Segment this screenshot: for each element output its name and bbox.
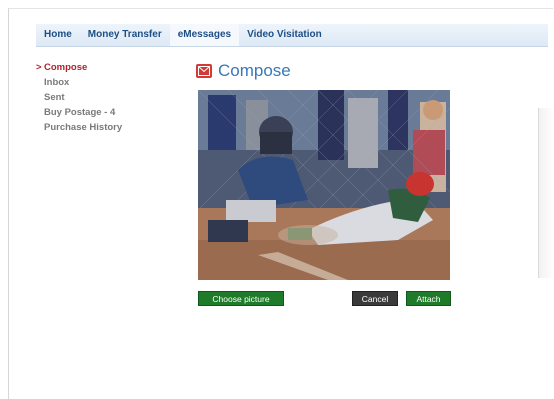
sidebar-item-label: Compose: [44, 62, 88, 73]
attached-photo: [198, 90, 450, 280]
sidebar-item-label: Buy Postage - 4: [44, 107, 116, 118]
sidebar-item-buy-postage[interactable]: Buy Postage - 4: [36, 105, 176, 120]
tab-money-transfer[interactable]: Money Transfer: [80, 24, 170, 46]
sidebar-item-label: Sent: [44, 92, 65, 103]
top-nav: Home Money Transfer eMessages Video Visi…: [36, 24, 548, 47]
photo-image: [198, 90, 450, 280]
active-arrow-icon: >: [36, 62, 42, 73]
cancel-button[interactable]: Cancel: [352, 291, 398, 306]
tab-emessages[interactable]: eMessages: [169, 24, 240, 46]
compose-header: Compose: [196, 60, 291, 82]
choose-picture-button[interactable]: Choose picture: [198, 291, 284, 306]
tab-home[interactable]: Home: [36, 24, 80, 46]
sidebar-item-compose[interactable]: > Compose: [36, 60, 176, 75]
side-panel-edge: [538, 108, 554, 278]
sidebar-item-inbox[interactable]: Inbox: [36, 75, 176, 90]
tab-video-visitation[interactable]: Video Visitation: [239, 24, 330, 46]
envelope-icon: [196, 64, 212, 78]
sidebar-item-label: Purchase History: [44, 122, 123, 133]
page-title: Compose: [218, 61, 291, 80]
attach-button[interactable]: Attach: [406, 291, 451, 306]
sidebar-item-sent[interactable]: Sent: [36, 90, 176, 105]
sidebar: > Compose Inbox Sent Buy Postage - 4 Pur…: [36, 60, 176, 135]
sidebar-item-purchase-history[interactable]: Purchase History: [36, 120, 176, 135]
sidebar-item-label: Inbox: [44, 77, 70, 88]
